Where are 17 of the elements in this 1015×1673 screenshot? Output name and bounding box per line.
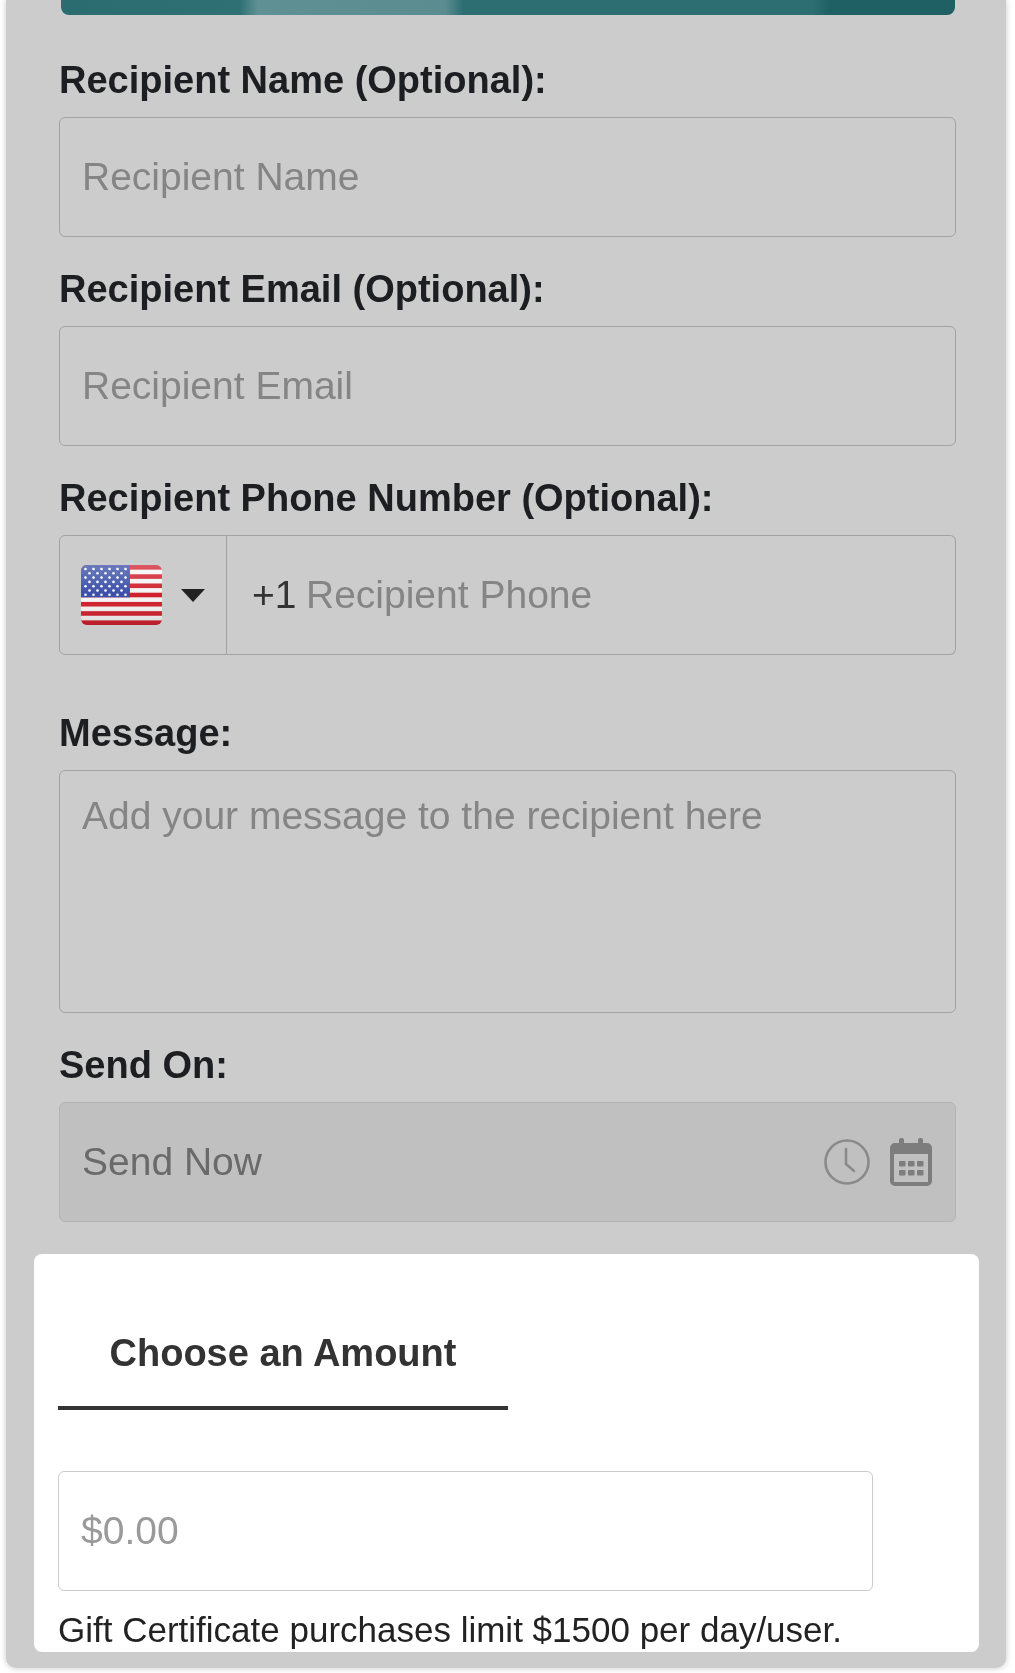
field-label: Recipient Name (Optional):	[59, 60, 548, 100]
amount-field[interactable]: $0.00	[58, 1471, 873, 1591]
field-label: Send On:	[59, 1045, 229, 1085]
field-label: Recipient Email (Optional):	[59, 269, 546, 309]
amount-tab[interactable]: Choose an Amount	[58, 1254, 508, 1410]
dial-code: +1	[252, 572, 297, 618]
limit-note: Gift Certificate purchases limit $1500 per day/user.	[58, 1610, 843, 1650]
field-label: Recipient Phone Number (Optional):	[59, 478, 715, 518]
flag-icon	[81, 565, 162, 625]
input-field[interactable]: Recipient Email	[59, 326, 956, 446]
input-field[interactable]: Recipient Name	[59, 117, 956, 237]
country-picker[interactable]	[59, 535, 227, 655]
field-label: Message:	[59, 713, 234, 753]
message-field[interactable]: Add your message to the recipient here	[59, 770, 956, 1013]
clock-icon[interactable]	[824, 1139, 870, 1185]
calendar-icon[interactable]	[890, 1138, 932, 1186]
caret-icon	[181, 588, 205, 602]
